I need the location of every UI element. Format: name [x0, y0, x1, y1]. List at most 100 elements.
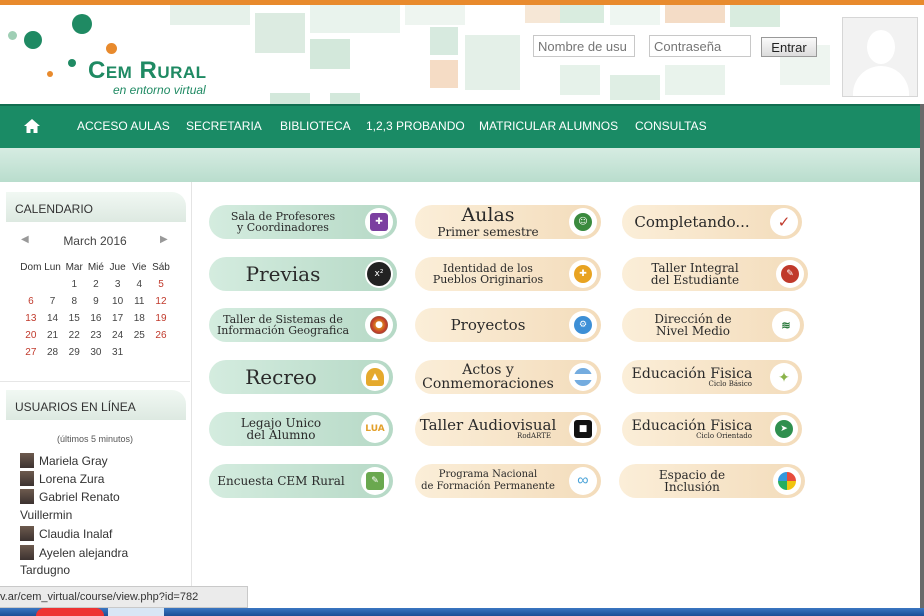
- course-tag: RodARTE: [517, 432, 551, 440]
- calendar-day[interactable]: 8: [63, 296, 85, 313]
- calendar-week: 13 14 15 16 17 18 19: [20, 313, 172, 330]
- calendar-day[interactable]: 11: [128, 296, 150, 313]
- calendar-day[interactable]: 30: [85, 347, 107, 364]
- calendar-day[interactable]: [20, 279, 42, 296]
- taskbar-app-button[interactable]: [36, 608, 104, 616]
- calendar-day[interactable]: 19: [150, 313, 172, 330]
- course-sala-de-profesores[interactable]: Sala de Profesores y Coordinadores ✚: [209, 205, 397, 239]
- course-actos[interactable]: Actos y Conmemoraciones: [415, 360, 601, 394]
- calendar-day[interactable]: 2: [85, 279, 107, 296]
- calendar-day[interactable]: 16: [85, 313, 107, 330]
- course-title: Actos y: [462, 362, 514, 378]
- user-photo-icon: [20, 471, 34, 486]
- calendar-day[interactable]: 20: [20, 330, 42, 347]
- user-name-continued[interactable]: Tardugno: [20, 563, 70, 577]
- login-button[interactable]: Entrar: [761, 37, 817, 57]
- user-name[interactable]: Ayelen alejandra: [39, 546, 128, 560]
- course-title: Programa Nacional: [438, 469, 538, 480]
- calendar-day[interactable]: 7: [42, 296, 64, 313]
- main-navigation: ACCESO AULAS SECRETARIA BIBLIOTECA 1,2,3…: [0, 104, 920, 148]
- nav-probando[interactable]: 1,2,3 PROBANDO: [366, 119, 465, 133]
- reading-icon: ✎: [776, 260, 804, 288]
- calendar-day[interactable]: 1: [63, 279, 85, 296]
- calendar-day[interactable]: 6: [20, 296, 42, 313]
- calendar-day[interactable]: 23: [85, 330, 107, 347]
- weekday: Lun: [44, 262, 61, 273]
- user-name[interactable]: Gabriel Renato: [39, 490, 120, 504]
- course-taller-sig[interactable]: Taller de Sistemas de Información Geograf…: [209, 308, 397, 342]
- calendar-day[interactable]: 13: [20, 313, 42, 330]
- weekday: Mié: [87, 262, 104, 273]
- course-previas[interactable]: Previas x²: [209, 257, 397, 291]
- cem-rural-logo[interactable]: Cem Rural en entorno virtual: [0, 5, 240, 104]
- course-subtitle: Conmemoraciones: [422, 376, 554, 392]
- calendar-day[interactable]: [42, 279, 64, 296]
- calendar-day[interactable]: 10: [107, 296, 129, 313]
- calendar-day[interactable]: 4: [128, 279, 150, 296]
- browser-status-url: v.ar/cem_virtual/course/view.php?id=782: [0, 586, 248, 608]
- nav-acceso-aulas[interactable]: ACCESO AULAS: [77, 119, 170, 133]
- calendar-day[interactable]: 5: [150, 279, 172, 296]
- course-encuesta[interactable]: Encuesta CEM Rural ✎: [209, 464, 393, 498]
- username-input[interactable]: [533, 35, 635, 57]
- calendar-day[interactable]: 24: [107, 330, 129, 347]
- course-programa-nacional[interactable]: Programa Nacional de Formación Permanente…: [415, 464, 601, 498]
- password-input[interactable]: [649, 35, 751, 57]
- calendar-day[interactable]: 18: [128, 313, 150, 330]
- nav-biblioteca[interactable]: BIBLIOTECA: [280, 119, 351, 133]
- course-title: Previas: [245, 262, 321, 286]
- calendar-day[interactable]: [128, 347, 150, 364]
- course-educacion-fisica-basico[interactable]: Educación Fisica Ciclo Básico ✦: [622, 360, 802, 394]
- course-aulas[interactable]: Aulas Primer semestre ☺: [415, 205, 601, 239]
- calendar-day[interactable]: 26: [150, 330, 172, 347]
- course-taller-integral[interactable]: Taller Integral del Estudiante ✎: [622, 257, 808, 291]
- course-subtitle: Nivel Medio: [655, 324, 730, 338]
- infinity-icon: ∞: [569, 467, 597, 495]
- calendar-day[interactable]: 17: [107, 313, 129, 330]
- sidebar-divider: [0, 381, 190, 382]
- calendar-day[interactable]: 22: [63, 330, 85, 347]
- course-recreo[interactable]: Recreo ▲: [209, 360, 393, 394]
- calendar-day[interactable]: 15: [63, 313, 85, 330]
- nav-matricular-alumnos[interactable]: MATRICULAR ALUMNOS: [479, 119, 618, 133]
- calendar-day[interactable]: 21: [42, 330, 64, 347]
- nav-secretaria[interactable]: SECRETARIA: [186, 119, 262, 133]
- course-tag: Ciclo Básico: [708, 379, 752, 388]
- course-proyectos[interactable]: Proyectos ⚙: [415, 308, 601, 342]
- calendar-next-icon[interactable]: ▶: [160, 234, 168, 245]
- calendar-day[interactable]: 12: [150, 296, 172, 313]
- calendar-day[interactable]: 28: [42, 347, 64, 364]
- calendar-day[interactable]: [150, 347, 172, 364]
- course-legajo-unico[interactable]: Legajo Unico del Alumno LUA: [209, 412, 393, 446]
- calendar-day[interactable]: 14: [42, 313, 64, 330]
- user-name[interactable]: Mariela Gray: [39, 454, 108, 468]
- course-completando[interactable]: Completando... ✓: [622, 205, 802, 239]
- course-direccion-nivel-medio[interactable]: Dirección de Nivel Medio ≋: [622, 308, 804, 342]
- online-user[interactable]: Gabriel Renato: [20, 489, 120, 504]
- nav-consultas[interactable]: CONSULTAS: [635, 119, 707, 133]
- course-espacio-inclusion[interactable]: Espacio de Inclusión: [619, 464, 805, 498]
- user-name-continued[interactable]: Vuillermin: [20, 508, 72, 522]
- course-educacion-fisica-orientado[interactable]: Educación Fisica Ciclo Orientado ➤: [622, 412, 802, 446]
- calendar-day[interactable]: 9: [85, 296, 107, 313]
- course-identidad-pueblos[interactable]: Identidad de los Pueblos Originarios ✚: [415, 257, 601, 291]
- user-name[interactable]: Claudia Inalaf: [39, 527, 112, 541]
- calendar-day[interactable]: 3: [107, 279, 129, 296]
- calendar-day[interactable]: 29: [63, 347, 85, 364]
- globe-icon: ●: [365, 311, 393, 339]
- course-taller-audiovisual[interactable]: Taller Audiovisual RodARTE ■: [415, 412, 601, 446]
- calendar-day[interactable]: 31: [107, 347, 129, 364]
- calendar-day[interactable]: 25: [128, 330, 150, 347]
- course-subtitle: y Coordinadores: [237, 221, 329, 234]
- course-title: Proyectos: [450, 315, 526, 334]
- online-user[interactable]: Ayelen alejandra: [20, 545, 128, 560]
- online-user[interactable]: Claudia Inalaf: [20, 526, 112, 541]
- user-name[interactable]: Lorena Zura: [39, 472, 104, 486]
- online-user[interactable]: Mariela Gray: [20, 453, 108, 468]
- course-title: Educación Fisica: [631, 365, 753, 382]
- taskbar-app-button[interactable]: [108, 608, 164, 616]
- online-user[interactable]: Lorena Zura: [20, 471, 104, 486]
- calendar-day[interactable]: 27: [20, 347, 42, 364]
- home-icon[interactable]: [24, 119, 40, 133]
- camera-icon: ■: [569, 415, 597, 443]
